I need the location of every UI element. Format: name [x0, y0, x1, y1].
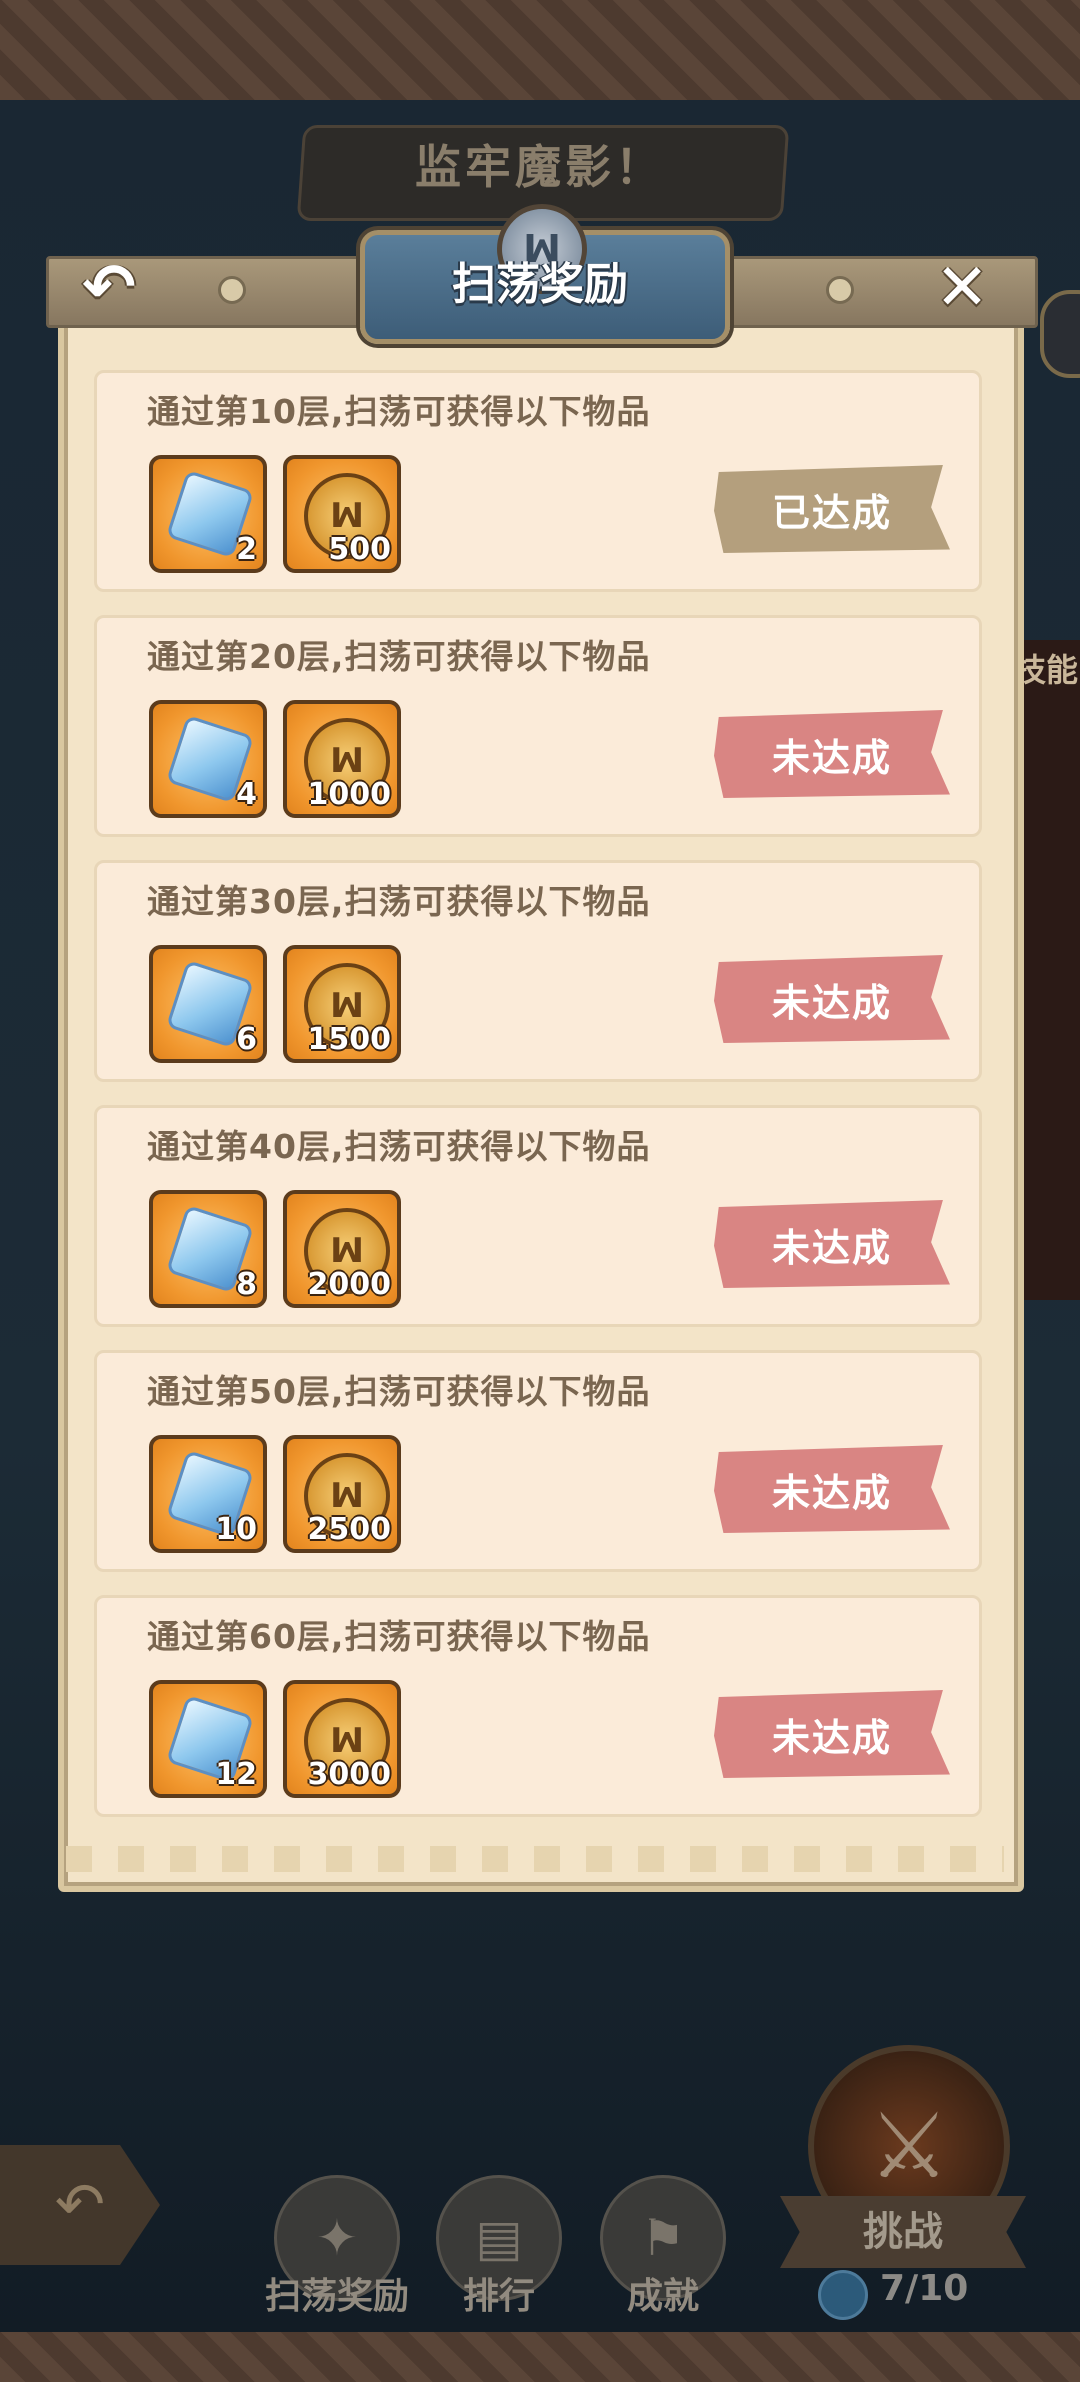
reward-item-coin[interactable]: ꟽ 1500: [283, 945, 401, 1063]
gem-quantity: 8: [236, 1267, 257, 1302]
reward-item-gem[interactable]: 12: [149, 1680, 267, 1798]
coin-quantity: 2500: [307, 1512, 392, 1547]
stage-title: 监牢魔影！: [415, 140, 665, 194]
coin-quantity: 1000: [307, 777, 392, 812]
reward-condition: 通过第60层,扫荡可获得以下物品: [147, 1617, 651, 1656]
status-badge: 已达成: [714, 465, 950, 553]
coin-quantity: 1500: [307, 1022, 392, 1057]
dialog-title: 扫荡奖励: [452, 259, 628, 310]
coin-quantity: 2000: [307, 1267, 392, 1302]
nav-achievements[interactable]: ⚑ 成就: [598, 2175, 728, 2317]
gem-quantity: 4: [236, 777, 257, 812]
status-badge: 未达成: [714, 1690, 950, 1778]
status-badge: 未达成: [714, 1445, 950, 1533]
reward-item-gem[interactable]: 10: [149, 1435, 267, 1553]
status-badge: 未达成: [714, 710, 950, 798]
reward-row: 通过第10层,扫荡可获得以下物品 2 ꟽ 500 已达成: [94, 370, 982, 592]
reward-item-coin[interactable]: ꟽ 2500: [283, 1435, 401, 1553]
reward-row: 通过第40层,扫荡可获得以下物品 8 ꟽ 2000 未达成: [94, 1105, 982, 1327]
gem-quantity: 10: [215, 1512, 257, 1547]
status-badge: 未达成: [714, 955, 950, 1043]
coin-quantity: 500: [328, 532, 391, 567]
gem-quantity: 6: [236, 1022, 257, 1057]
side-collapse-tab[interactable]: [1040, 290, 1080, 378]
gem-quantity: 12: [215, 1757, 257, 1792]
reward-condition: 通过第30层,扫荡可获得以下物品: [147, 882, 651, 921]
header-stud-left: [218, 276, 246, 304]
reward-item-coin[interactable]: ꟽ 500: [283, 455, 401, 573]
reward-item-coin[interactable]: ꟽ 1000: [283, 700, 401, 818]
dialog-bottom-border: [66, 1846, 1004, 1872]
challenge-label: 挑战: [863, 2209, 943, 2255]
back-arrow-icon: ↶: [82, 251, 136, 325]
reward-condition: 通过第40层,扫荡可获得以下物品: [147, 1127, 651, 1166]
bottom-decorative-border: [0, 2332, 1080, 2382]
back-button[interactable]: ↶: [70, 251, 148, 325]
coin-quantity: 3000: [307, 1757, 392, 1792]
reward-row: 通过第30层,扫荡可获得以下物品 6 ꟽ 1500 未达成: [94, 860, 982, 1082]
energy-count: 7/10: [880, 2268, 969, 2309]
nav-achievements-label: 成就: [626, 2276, 699, 2317]
reward-item-gem[interactable]: 4: [149, 700, 267, 818]
header-stud-right: [826, 276, 854, 304]
reward-row: 通过第60层,扫荡可获得以下物品 12 ꟽ 3000 未达成: [94, 1595, 982, 1817]
energy-icon: [818, 2270, 868, 2320]
reward-condition: 通过第20层,扫荡可获得以下物品: [147, 637, 651, 676]
close-button[interactable]: ✕: [924, 251, 1000, 325]
back-arrow-icon: ↶: [54, 2170, 106, 2240]
status-badge: 未达成: [714, 1200, 950, 1288]
reward-item-gem[interactable]: 2: [149, 455, 267, 573]
reward-item-gem[interactable]: 8: [149, 1190, 267, 1308]
reward-item-gem[interactable]: 6: [149, 945, 267, 1063]
reward-item-coin[interactable]: ꟽ 3000: [283, 1680, 401, 1798]
reward-row: 通过第50层,扫荡可获得以下物品 10 ꟽ 2500 未达成: [94, 1350, 982, 1572]
nav-sweep-rewards[interactable]: ✦ 扫荡奖励: [265, 2175, 409, 2317]
reward-condition: 通过第50层,扫荡可获得以下物品: [147, 1372, 651, 1411]
reward-condition: 通过第10层,扫荡可获得以下物品: [147, 392, 651, 431]
gem-quantity: 2: [236, 532, 257, 567]
reward-row: 通过第20层,扫荡可获得以下物品 4 ꟽ 1000 未达成: [94, 615, 982, 837]
nav-ranking[interactable]: ▤ 排行: [434, 2175, 564, 2317]
crossed-swords-icon: ⚔: [868, 2093, 950, 2199]
top-decorative-border: [0, 0, 1080, 100]
close-icon: ✕: [935, 251, 989, 325]
reward-item-coin[interactable]: ꟽ 2000: [283, 1190, 401, 1308]
